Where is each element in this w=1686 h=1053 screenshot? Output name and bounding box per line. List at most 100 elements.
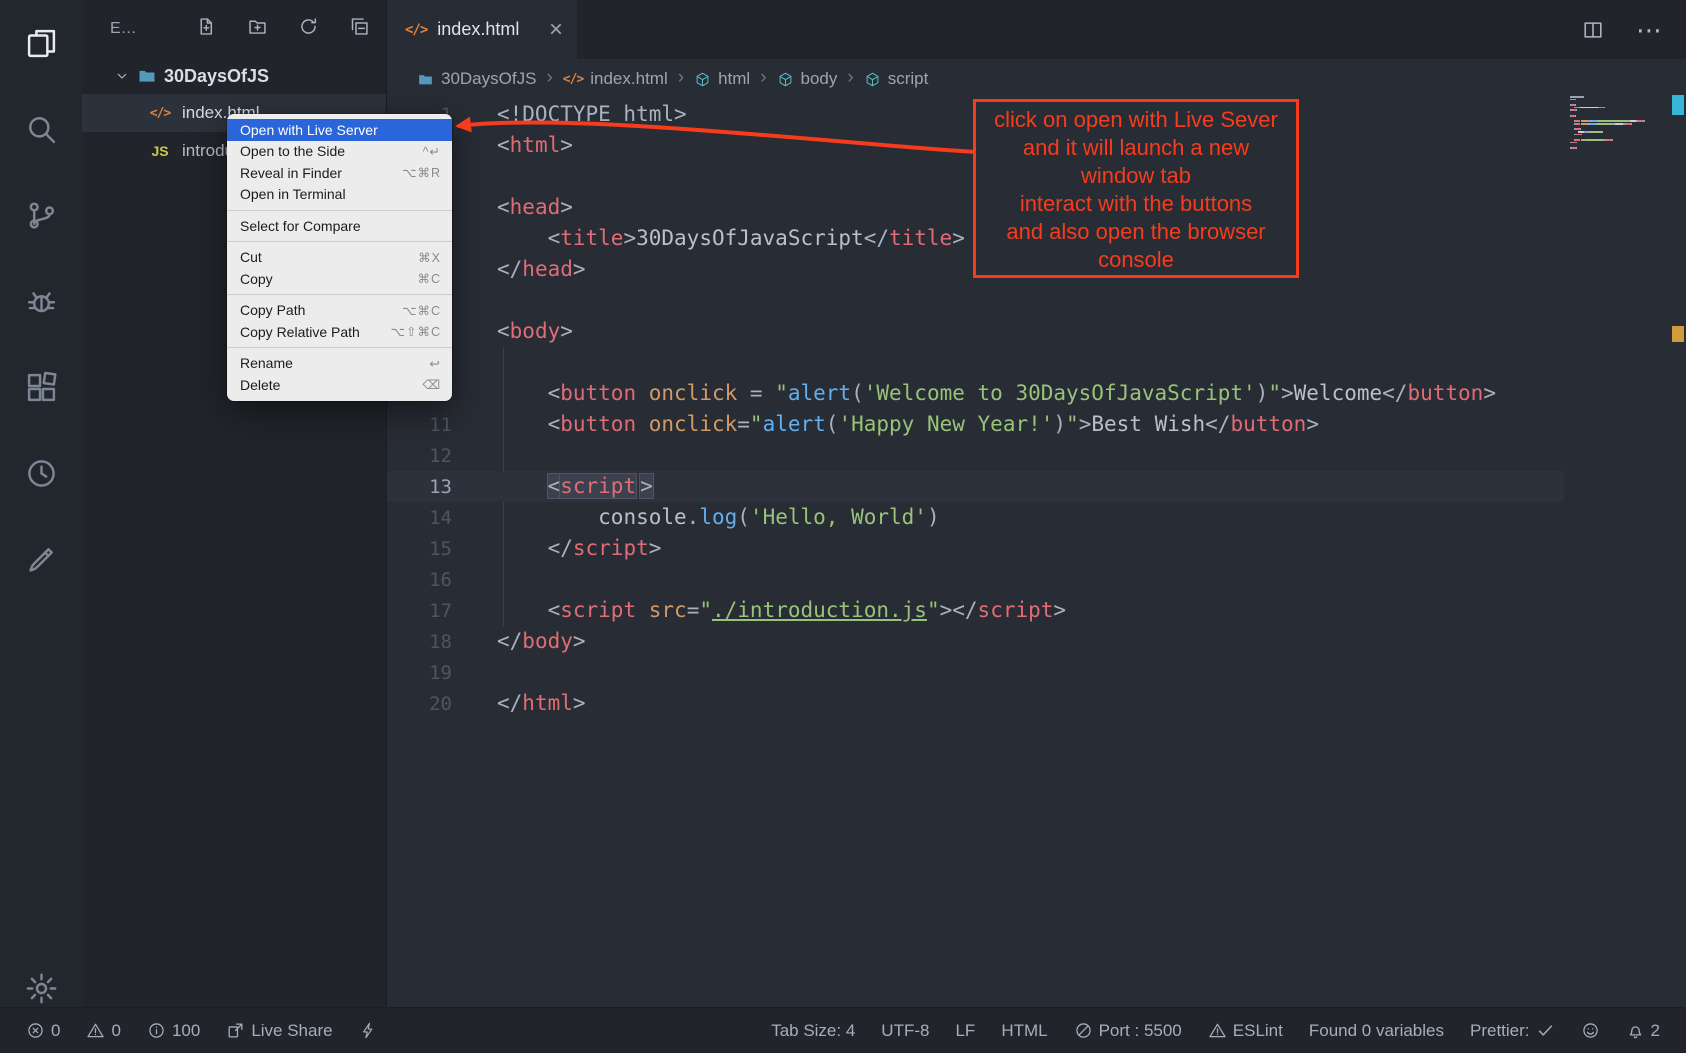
menu-item-label: Reveal in Finder <box>240 165 402 181</box>
status-100[interactable]: 100 <box>147 1021 200 1041</box>
activity-history-icon[interactable] <box>0 430 82 516</box>
menu-separator <box>227 210 452 211</box>
menu-item-copy-path[interactable]: Copy Path⌥⌘C <box>227 300 452 322</box>
sidebar-header: E… <box>82 0 386 58</box>
activity-debug-icon[interactable] <box>0 258 82 344</box>
split-editor-icon[interactable] <box>1582 19 1604 41</box>
status-label: Live Share <box>251 1021 332 1041</box>
status-smiley[interactable] <box>1581 1021 1600 1040</box>
html-icon: </> <box>563 72 583 87</box>
menu-item-label: Copy <box>240 271 417 287</box>
status-0[interactable]: 0 <box>86 1021 120 1041</box>
code-line-12: 12 <box>387 440 1564 471</box>
menu-item-rename[interactable]: Rename↩ <box>227 353 452 375</box>
menu-item-delete[interactable]: Delete⌫ <box>227 374 452 396</box>
status-bar: 0 0 100 Live Share Tab Size: 4 UTF-8 LF HTML Po… <box>0 1007 1686 1053</box>
menu-item-cut[interactable]: Cut⌘X <box>227 247 452 269</box>
code-line-10: 10 <button onclick = "alert('Welcome to … <box>387 378 1564 409</box>
activity-explorer-icon[interactable] <box>0 0 82 86</box>
activity-source-control-icon[interactable] <box>0 172 82 258</box>
menu-item-open-in-terminal[interactable]: Open in Terminal <box>227 184 452 206</box>
code-text: </html> <box>452 688 586 719</box>
code-line-15: 15 </script> <box>387 533 1564 564</box>
breadcrumb-label: script <box>888 69 929 89</box>
new-folder-icon[interactable] <box>247 16 268 42</box>
activity-search-icon[interactable] <box>0 86 82 172</box>
menu-item-label: Select for Compare <box>240 218 441 234</box>
code-text: <button onclick="alert('Happy New Year!'… <box>452 409 1319 440</box>
status-live-share[interactable]: Live Share <box>226 1021 332 1041</box>
menu-item-reveal-in-finder[interactable]: Reveal in Finder⌥⌘R <box>227 162 452 184</box>
breadcrumb-label: body <box>801 69 838 89</box>
smiley-icon <box>1581 1021 1600 1040</box>
context-menu-items: Open with Live ServerOpen to the Side^↵R… <box>227 119 452 396</box>
breadcrumb-body[interactable]: body <box>777 69 838 89</box>
menu-item-shortcut: ^↵ <box>423 144 441 159</box>
menu-item-select-for-compare[interactable]: Select for Compare <box>227 215 452 237</box>
status-2[interactable]: 2 <box>1626 1021 1660 1041</box>
status-utf-8[interactable]: UTF-8 <box>881 1021 929 1041</box>
breadcrumb-index-html[interactable]: </>index.html <box>563 69 668 89</box>
menu-item-copy[interactable]: Copy⌘C <box>227 268 452 290</box>
status-label: Port : 5500 <box>1099 1021 1182 1041</box>
status-lf[interactable]: LF <box>955 1021 975 1041</box>
activity-extensions-icon[interactable] <box>0 344 82 430</box>
activity-bar-top <box>0 0 82 602</box>
sidebar-actions <box>196 16 370 42</box>
status-tab-size-4[interactable]: Tab Size: 4 <box>771 1021 855 1041</box>
status-eslint[interactable]: ESLint <box>1208 1021 1283 1041</box>
code-line-14: 14 console.log('Hello, World') <box>387 502 1564 533</box>
code-text: </script> <box>452 533 661 564</box>
status-found-0-variables[interactable]: Found 0 variables <box>1309 1021 1444 1041</box>
editor-toolbar: ⋯ <box>1582 0 1664 59</box>
status-label: Found 0 variables <box>1309 1021 1444 1041</box>
close-icon[interactable]: × <box>549 18 563 42</box>
collapse-all-icon[interactable] <box>349 16 370 42</box>
breadcrumb-script[interactable]: script <box>864 69 929 89</box>
status-label: ESLint <box>1233 1021 1283 1041</box>
menu-item-copy-relative-path[interactable]: Copy Relative Path⌥⇧⌘C <box>227 321 452 343</box>
status-prettier[interactable]: Prettier: <box>1470 1021 1555 1041</box>
menu-item-open-to-the-side[interactable]: Open to the Side^↵ <box>227 141 452 163</box>
html-file-icon: </> <box>148 106 172 121</box>
annotation-text-line: click on open with Live Sever <box>976 106 1296 134</box>
refresh-icon[interactable] <box>298 16 319 42</box>
menu-item-shortcut: ↩ <box>430 356 441 371</box>
menu-item-label: Open in Terminal <box>240 186 441 202</box>
annotation-text-line: and it will launch a new <box>976 134 1296 162</box>
menu-item-open-with-live-server[interactable]: Open with Live Server <box>227 119 452 141</box>
code-text <box>452 347 497 378</box>
check-icon <box>1536 1021 1555 1040</box>
activity-bar <box>0 0 82 1053</box>
breadcrumb-separator-icon: › <box>546 67 552 89</box>
status-bolt[interactable] <box>359 1021 378 1040</box>
status-html[interactable]: HTML <box>1001 1021 1047 1041</box>
minimap[interactable] <box>1570 96 1670 150</box>
warning-icon <box>86 1021 105 1040</box>
tab-index-html[interactable]: </> index.html × <box>387 0 577 59</box>
menu-item-label: Cut <box>240 249 418 265</box>
breadcrumb-label: 30DaysOfJS <box>441 69 536 89</box>
line-number: 13 <box>387 471 452 502</box>
annotation-text-line: interact with the buttons <box>976 190 1296 218</box>
sidebar-title: E… <box>110 20 196 38</box>
code-line-8: 8<body> <box>387 316 1564 347</box>
menu-item-label: Open to the Side <box>240 143 423 159</box>
code-text: <title>30DaysOfJavaScript</title> <box>452 223 965 254</box>
error-icon <box>26 1021 45 1040</box>
menu-item-shortcut: ⌘X <box>418 250 441 265</box>
menu-item-shortcut: ⌘C <box>417 271 441 286</box>
breadcrumb-html[interactable]: html <box>694 69 750 89</box>
menu-item-shortcut: ⌥⇧⌘C <box>391 324 441 339</box>
status-port-5500[interactable]: Port : 5500 <box>1074 1021 1182 1041</box>
more-actions-icon[interactable]: ⋯ <box>1636 17 1664 43</box>
info-icon <box>147 1021 166 1040</box>
menu-item-label: Copy Relative Path <box>240 324 391 340</box>
activity-pen-edit-icon[interactable] <box>0 516 82 602</box>
breadcrumb-30daysofjs[interactable]: 30DaysOfJS <box>417 69 536 89</box>
js-file-icon: JS <box>148 143 172 159</box>
status-0[interactable]: 0 <box>26 1021 60 1041</box>
html-file-icon: </> <box>405 22 427 38</box>
new-file-icon[interactable] <box>196 16 217 42</box>
tree-item-root-folder[interactable]: 30DaysOfJS <box>82 58 386 94</box>
